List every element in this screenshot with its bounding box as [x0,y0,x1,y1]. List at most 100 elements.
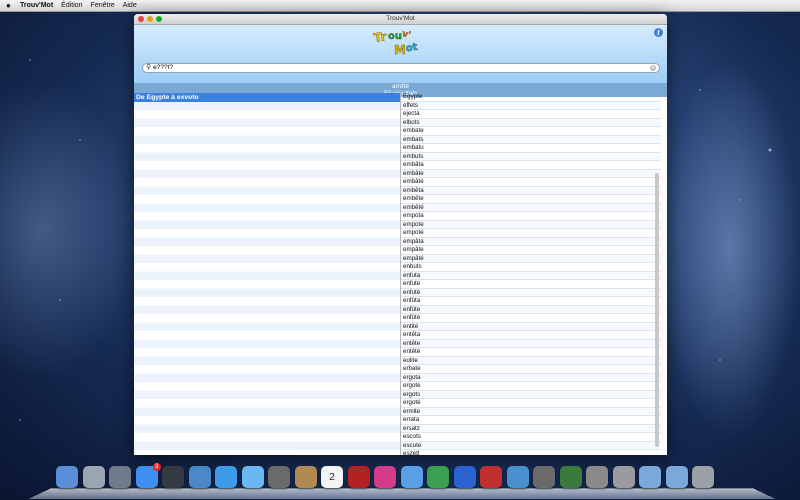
scrollbar[interactable] [655,173,659,447]
result-item[interactable]: enfuta [401,271,661,280]
svg-text:v': v' [401,29,412,41]
result-item[interactable]: enfûte [401,305,661,314]
itunes-icon[interactable] [374,466,396,488]
result-item[interactable]: eolite [401,356,661,365]
dashboard-icon[interactable] [162,466,184,488]
window-title: Trouv'Mot [386,15,415,22]
photo-icon[interactable] [480,466,502,488]
contacts-icon[interactable] [294,466,317,488]
result-item[interactable]: entêta [401,331,661,340]
facetime-icon[interactable] [268,466,290,488]
result-item[interactable]: erbate [401,365,661,374]
result-item[interactable]: embêté [401,203,661,212]
menu-fenetre[interactable]: Fenêtre [91,2,115,9]
result-item[interactable]: ergote [401,382,661,391]
clear-search-icon[interactable]: ✕ [650,65,656,71]
wallpaper-glow-left [0,80,140,380]
result-item[interactable]: effets [401,101,661,110]
result-item[interactable]: ergots [401,390,661,399]
menu-edition[interactable]: Édition [61,2,82,9]
apple-menu-icon[interactable]: ● [6,1,16,10]
result-item[interactable]: embatu [401,144,661,153]
window-titlebar[interactable]: Trouv'Mot [134,14,667,25]
search-field[interactable]: ⚲ e???t? ✕ [142,63,660,73]
result-item[interactable]: ergoté [401,399,661,408]
result-item[interactable]: entêté [401,348,661,357]
iphoto-icon[interactable] [506,466,529,488]
result-item[interactable]: empâte [401,246,661,255]
result-item[interactable]: embâte [401,169,661,178]
minimize-icon[interactable] [147,16,153,22]
result-item[interactable]: entité [401,322,661,331]
result-item[interactable]: embâté [401,178,661,187]
game-icon[interactable] [427,466,449,488]
status-stopped: arrêté [392,83,409,90]
range-item-selected[interactable]: De Egypte à exvoto [134,93,400,102]
results-panes: De Egypte à exvoto Egypte effets ejecta elb… [134,93,667,455]
result-item[interactable]: empote [401,220,661,229]
app-header: Tr ou v' M ot i ⚲ e???t? ✕ [134,25,667,83]
applications-folder-icon[interactable] [639,466,661,488]
svg-text:Tr: Tr [373,29,388,45]
photo-booth-icon[interactable] [347,466,370,488]
maps-icon[interactable] [400,466,423,488]
music-icon[interactable] [453,466,476,488]
result-item[interactable]: errata [401,416,661,425]
preview-icon[interactable] [188,466,211,488]
results-list[interactable]: Egypte effets ejecta elbots embate embats emba… [401,93,661,455]
result-item[interactable]: embate [401,127,661,136]
calendar-day: 2 [329,471,335,483]
result-item[interactable]: elbots [401,118,661,127]
menu-aide[interactable]: Aide [123,2,137,9]
result-item[interactable]: ersatz [401,424,661,433]
launchpad-icon[interactable] [82,466,105,488]
downloads-folder-icon[interactable] [665,466,688,488]
result-item[interactable]: empota [401,212,661,221]
system-prefs-icon[interactable] [586,466,608,488]
safari-icon[interactable] [215,466,237,488]
app-store-badge: 3 [152,463,161,471]
result-item[interactable]: empâta [401,237,661,246]
app-window: Trouv'Mot Tr ou v' M ot i ⚲ e???t? ✕ arr… [134,14,667,455]
imovie-icon[interactable] [533,466,555,488]
range-list[interactable]: De Egypte à exvoto [134,93,401,455]
result-item[interactable]: ermite [401,407,661,416]
result-item[interactable]: eszett [401,450,661,455]
messages-icon[interactable] [241,466,264,488]
result-item[interactable]: enbuts [401,263,661,272]
result-item[interactable]: empâté [401,254,661,263]
result-item[interactable]: escots [401,433,661,442]
result-item[interactable]: enfûta [401,297,661,306]
dock: 32 [28,462,776,500]
time-machine-icon[interactable] [559,466,582,488]
menu-app-name[interactable]: Trouv'Mot [20,2,53,9]
zoom-icon[interactable] [156,16,162,22]
result-item[interactable]: embuts [401,152,661,161]
app-store-icon[interactable]: 3 [135,463,161,488]
calendar-icon[interactable]: 2 [321,466,343,488]
search-input[interactable]: e???t? [153,64,650,72]
result-item[interactable]: ejecta [401,110,661,119]
utilities-icon[interactable] [612,466,635,488]
svg-text:M: M [394,43,406,57]
result-item[interactable]: enfuté [401,288,661,297]
result-item[interactable]: Egypte [401,93,661,102]
result-item[interactable]: embêta [401,186,661,195]
result-item[interactable]: ergota [401,373,661,382]
result-item[interactable]: enfute [401,280,661,289]
result-item[interactable]: escute [401,441,661,450]
result-item[interactable]: enfûté [401,314,661,323]
close-icon[interactable] [138,16,144,22]
svg-text:ot: ot [405,42,419,55]
result-item[interactable]: empoté [401,229,661,238]
result-item[interactable]: entête [401,339,661,348]
info-icon[interactable]: i [654,28,663,37]
mission-control-icon[interactable] [109,466,131,488]
result-item[interactable]: embats [401,135,661,144]
svg-text:ou: ou [388,31,402,42]
trash-icon[interactable] [692,466,714,488]
result-item[interactable]: embâta [401,161,661,170]
result-item[interactable]: embête [401,195,661,204]
search-icon: ⚲ [146,64,152,71]
finder-icon[interactable] [56,466,78,488]
